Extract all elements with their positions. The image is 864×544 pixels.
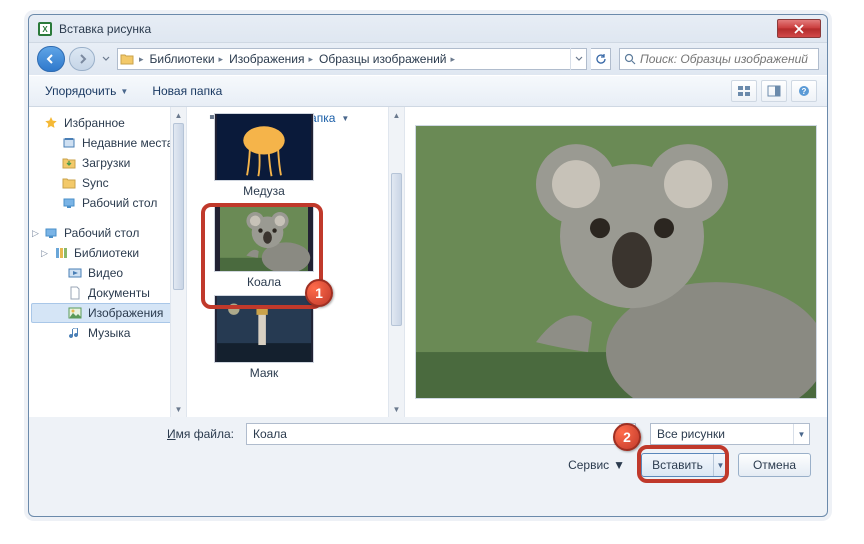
filter-label: Все рисунки: [651, 427, 793, 441]
scroll-down-icon[interactable]: ▼: [171, 401, 186, 417]
dialog-footer: Имя файла: ▼ Все рисунки ▼ Сервис▼ Встав…: [29, 417, 827, 487]
downloads-icon: [61, 155, 77, 171]
preview-pane-button[interactable]: [761, 80, 787, 102]
scroll-up-icon[interactable]: ▲: [389, 107, 404, 123]
file-name: Медуза: [209, 184, 319, 198]
svg-text:X: X: [42, 25, 48, 34]
search-icon: [620, 53, 640, 65]
insert-button[interactable]: Вставить ▼: [641, 453, 728, 477]
filename-field[interactable]: ▼: [246, 423, 636, 445]
scroll-thumb[interactable]: [391, 173, 402, 326]
preview-pane: [405, 107, 827, 417]
thumbnail: [214, 204, 314, 272]
file-name: Коала: [209, 275, 319, 289]
sidebar-desktop-fav[interactable]: Рабочий стол: [31, 193, 184, 213]
insert-picture-dialog: X Вставка рисунка ▸ Библиотеки▸ Изображе…: [28, 14, 828, 517]
new-folder-button[interactable]: Новая папка: [146, 81, 228, 101]
organize-button[interactable]: Упорядочить▼: [39, 81, 134, 101]
expand-icon[interactable]: ▷: [41, 248, 48, 259]
sidebar-favorites[interactable]: Избранное: [31, 113, 184, 133]
desktop-icon: [43, 225, 59, 241]
search-input[interactable]: [640, 52, 818, 66]
pictures-icon: [67, 305, 83, 321]
breadcrumb-item[interactable]: Изображения▸: [226, 49, 316, 69]
titlebar[interactable]: X Вставка рисунка: [29, 15, 827, 43]
nav-forward-button[interactable]: [69, 47, 95, 71]
sidebar-scrollbar[interactable]: ▲ ▼: [170, 107, 186, 417]
document-icon: [67, 285, 83, 301]
scroll-up-icon[interactable]: ▲: [171, 107, 186, 123]
sidebar-documents[interactable]: Документы: [31, 283, 184, 303]
file-list-pane: ▪ Упорядочить: Папка ▼ Медуза Коала Маяк: [187, 107, 405, 417]
breadcrumb-item[interactable]: Библиотеки▸: [147, 49, 227, 69]
filename-input[interactable]: [247, 427, 619, 441]
libraries-icon: [53, 245, 69, 261]
chevron-down-icon: ▼: [793, 424, 809, 444]
svg-text:?: ?: [802, 87, 807, 96]
nav-back-button[interactable]: [37, 46, 65, 72]
sidebar-videos[interactable]: Видео: [31, 263, 184, 283]
filter-dropdown[interactable]: Все рисунки ▼: [650, 423, 810, 445]
help-button[interactable]: ?: [791, 80, 817, 102]
address-bar: ▸ Библиотеки▸ Изображения▸ Образцы изобр…: [29, 43, 827, 75]
expand-icon[interactable]: ▷: [32, 228, 39, 239]
file-name: Маяк: [209, 366, 319, 380]
search-box[interactable]: [619, 48, 819, 70]
file-item-jellyfish[interactable]: Медуза: [209, 113, 319, 198]
filename-label: Имя файла:: [167, 427, 238, 441]
sidebar-desktop[interactable]: ▷ Рабочий стол: [31, 223, 184, 243]
tools-button[interactable]: Сервис▼: [568, 458, 625, 472]
recent-icon: [61, 135, 77, 151]
file-item-koala[interactable]: Коала: [209, 204, 319, 289]
file-item-lighthouse[interactable]: Маяк: [209, 295, 319, 380]
path-dropdown[interactable]: [570, 48, 586, 70]
star-icon: [43, 115, 59, 131]
thumbnail: [214, 113, 314, 181]
navigation-sidebar: Избранное Недавние места Загрузки Sync Р…: [29, 107, 187, 417]
sidebar-music[interactable]: Музыка: [31, 323, 184, 343]
breadcrumb-path[interactable]: ▸ Библиотеки▸ Изображения▸ Образцы изобр…: [117, 48, 587, 70]
scroll-down-icon[interactable]: ▼: [389, 401, 404, 417]
breadcrumb-item[interactable]: Образцы изображений▸: [316, 49, 458, 69]
sidebar-recent[interactable]: Недавние места: [31, 133, 184, 153]
sidebar-libraries[interactable]: ▷ Библиотеки: [31, 243, 184, 263]
cancel-button[interactable]: Отмена: [738, 453, 811, 477]
view-mode-button[interactable]: [731, 80, 757, 102]
close-button[interactable]: [777, 19, 821, 38]
desktop-icon: [61, 195, 77, 211]
sidebar-downloads[interactable]: Загрузки: [31, 153, 184, 173]
window-title: Вставка рисунка: [59, 22, 777, 36]
nav-history-dropdown[interactable]: [99, 49, 113, 69]
preview-image: [415, 125, 817, 399]
toolbar: Упорядочить▼ Новая папка ?: [29, 75, 827, 107]
app-icon: X: [37, 21, 53, 37]
filename-dropdown[interactable]: ▼: [619, 424, 635, 444]
music-icon: [67, 325, 83, 341]
folder-icon: [118, 53, 136, 65]
sidebar-pictures[interactable]: Изображения: [31, 303, 184, 323]
scroll-thumb[interactable]: [173, 123, 184, 290]
sync-icon: [61, 175, 77, 191]
insert-dropdown[interactable]: ▼: [713, 454, 727, 476]
refresh-button[interactable]: [591, 48, 611, 70]
filelist-scrollbar[interactable]: ▲ ▼: [388, 107, 404, 417]
video-icon: [67, 265, 83, 281]
sidebar-sync[interactable]: Sync: [31, 173, 184, 193]
thumbnail: [214, 295, 314, 363]
